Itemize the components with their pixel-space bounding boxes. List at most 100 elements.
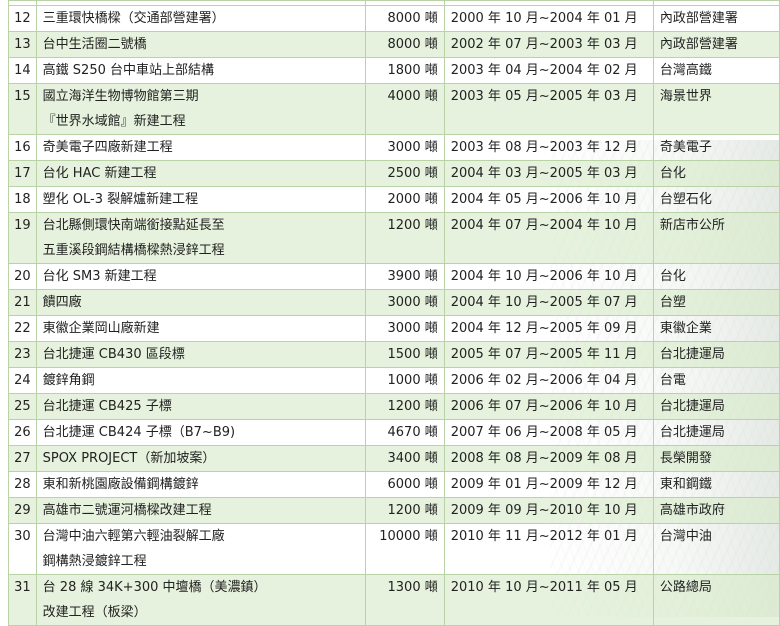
cell-tonnage: 1200 噸 xyxy=(364,212,445,264)
table-row: 17 台化 HAC 新建工程 2500 噸 2004 年 03 月~2005 年 03… xyxy=(8,160,780,187)
project-name-line: 塑化 OL-3 裂解爐新建工程 xyxy=(42,192,199,207)
cell-tonnage: 10000 噸 xyxy=(364,523,445,575)
table-row: 13 台中生活圈二號橋 8000 噸 2002 年 07 月~2003 年 03 月內… xyxy=(8,31,780,58)
cell-project-name: 東徽企業岡山廠新建 xyxy=(35,315,366,342)
table-row: 20 台化 SM3 新建工程 3900 噸 2004 年 10 月~2006 年 10… xyxy=(8,263,780,290)
cell-period: 2004 年 07 月~2004 年 10 月 xyxy=(443,212,654,264)
cell-tonnage: 2000 噸 xyxy=(364,186,445,213)
cell-tonnage: 1000 噸 xyxy=(364,367,445,394)
cell-owner: 內政部營建署 xyxy=(652,31,780,58)
cell-period: 2009 年 01 月~2009 年 12 月 xyxy=(443,471,654,498)
cell-period: 2003 年 05 月~2005 年 03 月 xyxy=(443,83,654,135)
cell-owner: 台北捷運局 xyxy=(652,419,780,446)
cell-number: 16 xyxy=(8,134,37,161)
cell-owner: 台北捷運局 xyxy=(652,393,780,420)
cell-number: 14 xyxy=(8,57,37,84)
cell-number: 30 xyxy=(8,523,37,575)
cell-owner: 台灣中油 xyxy=(652,523,780,575)
project-name-line: 台化 HAC 新建工程 xyxy=(42,166,157,181)
table-row: 28 東和新桃園廠設備鋼構鍍鋅 6000 噸 2009 年 01 月~2009 年 1… xyxy=(8,471,780,498)
cell-tonnage: 1500 噸 xyxy=(364,341,445,368)
cell-project-name: 塑化 OL-3 裂解爐新建工程 xyxy=(35,186,366,213)
cell-period: 2003 年 04 月~2004 年 02 月 xyxy=(443,57,654,84)
project-name-line: 台灣中油六輕第六輕油裂解工廠 xyxy=(42,529,225,544)
project-name-line: 三重環快橋樑（交通部營建署） xyxy=(42,11,225,26)
project-name-line: 台北捷運 CB430 區段標 xyxy=(42,347,185,362)
cell-tonnage: 3000 噸 xyxy=(364,289,445,316)
table-row: 31 台 28 線 34K+300 中壇橋（美濃鎮） 改建工程（板梁） 1300 噸2… xyxy=(8,574,780,626)
project-name-line: 高雄市二號運河橋樑改建工程 xyxy=(42,503,212,518)
cell-period: 2004 年 10 月~2005 年 07 月 xyxy=(443,289,654,316)
cell-project-name: 台北捷運 CB430 區段標 xyxy=(35,341,366,368)
table-row: 19 台北縣側環快南端銜接點延長至 五重溪段鋼結構橋樑熱浸鋅工程 1200 噸 2004… xyxy=(8,212,780,264)
cell-owner: 台電 xyxy=(652,367,780,394)
project-name-line: 台中生活圈二號橋 xyxy=(42,37,147,52)
cell-tonnage: 4000 噸 xyxy=(364,83,445,135)
cell-number: 31 xyxy=(8,574,37,626)
cell-project-name: 國立海洋生物博物館第三期 『世界水域館』新建工程 xyxy=(35,83,366,135)
cell-period: 2003 年 08 月~2003 年 12 月 xyxy=(443,134,654,161)
project-name-line: 鍍鋅角鋼 xyxy=(42,373,95,388)
cell-owner: 台化 xyxy=(652,160,780,187)
cell-period: 2008 年 08 月~2009 年 08 月 xyxy=(443,445,654,472)
project-name-line: 東徽企業岡山廠新建 xyxy=(42,321,160,336)
cell-number: 12 xyxy=(8,5,37,32)
project-name-line: 改建工程（板梁） xyxy=(42,605,147,620)
cell-tonnage: 1200 噸 xyxy=(364,497,445,524)
table-row: 25 台北捷運 CB425 子標 1200 噸 2006 年 07 月~2006 年 … xyxy=(8,393,780,420)
table-row: 12 三重環快橋樑（交通部營建署） 8000 噸 2000 年 10 月~2004 年… xyxy=(8,5,780,32)
cell-number: 15 xyxy=(8,83,37,135)
cell-period: 2006 年 07 月~2006 年 10 月 xyxy=(443,393,654,420)
project-name-line: 『世界水域館』新建工程 xyxy=(42,114,186,129)
table-row: 18 塑化 OL-3 裂解爐新建工程 2000 噸 2004 年 05 月~2006 … xyxy=(8,186,780,213)
project-name-line: 台北縣側環快南端銜接點延長至 xyxy=(42,218,225,233)
cell-owner: 台塑 xyxy=(652,289,780,316)
cell-number: 18 xyxy=(8,186,37,213)
cell-project-name: 台北捷運 CB424 子標（B7~B9) xyxy=(35,419,366,446)
cell-number: 17 xyxy=(8,160,37,187)
cell-period: 2010 年 11 月~2012 年 01 月 xyxy=(443,523,654,575)
project-name-line: 台北捷運 CB424 子標（B7~B9) xyxy=(42,425,236,440)
cell-owner: 長榮開發 xyxy=(652,445,780,472)
table-row: 21 饋四廠 3000 噸 2004 年 10 月~2005 年 07 月台塑 xyxy=(8,289,780,316)
table-row: 23 台北捷運 CB430 區段標 1500 噸 2005 年 07 月~2005 年… xyxy=(8,341,780,368)
cell-project-name: 東和新桃園廠設備鋼構鍍鋅 xyxy=(35,471,366,498)
project-name-line: 鋼構熱浸鍍鋅工程 xyxy=(42,554,147,569)
cell-project-name: 高鐵 S250 台中車站上部結構 xyxy=(35,57,366,84)
cell-tonnage: 8000 噸 xyxy=(364,5,445,32)
cell-period: 2002 年 07 月~2003 年 03 月 xyxy=(443,31,654,58)
cell-tonnage: 3900 噸 xyxy=(364,263,445,290)
cell-project-name: 台 28 線 34K+300 中壇橋（美濃鎮） 改建工程（板梁） xyxy=(35,574,366,626)
cell-owner: 台灣高鐵 xyxy=(652,57,780,84)
table-row: 14 高鐵 S250 台中車站上部結構 1800 噸 2003 年 04 月~2004… xyxy=(8,57,780,84)
project-table: 12 三重環快橋樑（交通部營建署） 8000 噸 2000 年 10 月~2004 年… xyxy=(8,0,780,626)
project-name-line: 台北捷運 CB425 子標 xyxy=(42,399,172,414)
project-name-line: 饋四廠 xyxy=(42,295,82,310)
project-name-line: 東和新桃園廠設備鋼構鍍鋅 xyxy=(42,477,199,492)
cell-number: 20 xyxy=(8,263,37,290)
cell-number: 27 xyxy=(8,445,37,472)
project-name-line: 國立海洋生物博物館第三期 xyxy=(42,89,199,104)
table-row: 24 鍍鋅角鋼 1000 噸 2006 年 02 月~2006 年 04 月台電 xyxy=(8,367,780,394)
cell-project-name: 台化 SM3 新建工程 xyxy=(35,263,366,290)
cell-project-name: 奇美電子四廠新建工程 xyxy=(35,134,366,161)
project-name-line: SPOX PROJECT（新加坡案） xyxy=(42,451,216,466)
cell-period: 2004 年 12 月~2005 年 09 月 xyxy=(443,315,654,342)
cell-owner: 奇美電子 xyxy=(652,134,780,161)
cell-tonnage: 3000 噸 xyxy=(364,134,445,161)
cell-tonnage: 6000 噸 xyxy=(364,471,445,498)
cell-number: 29 xyxy=(8,497,37,524)
table-row: 30 台灣中油六輕第六輕油裂解工廠 鋼構熱浸鍍鋅工程 10000 噸 2010 年 11… xyxy=(8,523,780,575)
cell-number: 25 xyxy=(8,393,37,420)
project-name-line: 奇美電子四廠新建工程 xyxy=(42,140,173,155)
cell-project-name: 饋四廠 xyxy=(35,289,366,316)
project-name-line: 五重溪段鋼結構橋樑熱浸鋅工程 xyxy=(42,243,225,258)
table-row: 26 台北捷運 CB424 子標（B7~B9) 4670 噸 2007 年 06 月~… xyxy=(8,419,780,446)
cell-tonnage: 3000 噸 xyxy=(364,315,445,342)
cell-period: 2009 年 09 月~2010 年 10 月 xyxy=(443,497,654,524)
cell-number: 24 xyxy=(8,367,37,394)
cell-period: 2005 年 07 月~2005 年 11 月 xyxy=(443,341,654,368)
cell-number: 19 xyxy=(8,212,37,264)
cell-project-name: 台北縣側環快南端銜接點延長至 五重溪段鋼結構橋樑熱浸鋅工程 xyxy=(35,212,366,264)
cell-owner: 新店市公所 xyxy=(652,212,780,264)
